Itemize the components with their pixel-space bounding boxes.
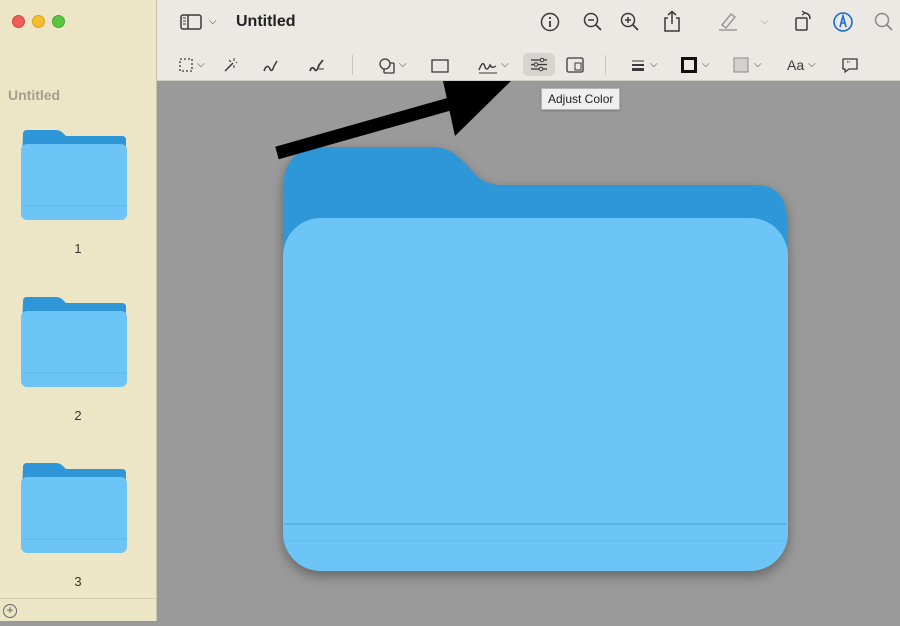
selection-menu-chevron-icon[interactable]: ⌵: [197, 59, 205, 70]
rotate-icon[interactable]: [794, 10, 814, 31]
page-thumbnail-2[interactable]: [20, 295, 128, 387]
shape-style-chevron-icon[interactable]: ⌵: [650, 59, 658, 70]
shapes-menu-chevron-icon[interactable]: ⌵: [399, 59, 407, 70]
text-style-button[interactable]: Aa: [787, 57, 804, 73]
shape-style-icon[interactable]: [631, 58, 645, 76]
window-title: Untitled: [236, 13, 296, 30]
toolbar-divider: [352, 55, 353, 75]
svg-text:": ": [847, 60, 850, 69]
adjust-color-tooltip: Adjust Color: [541, 88, 621, 110]
sketch-icon[interactable]: [262, 57, 280, 75]
shapes-icon[interactable]: [378, 57, 396, 75]
minimize-window-button[interactable]: [32, 15, 45, 28]
border-color-chevron-icon[interactable]: ⌵: [702, 59, 710, 70]
maximize-window-button[interactable]: [52, 15, 65, 28]
zoom-out-icon[interactable]: [583, 12, 603, 31]
text-style-chevron-icon[interactable]: ⌵: [808, 59, 816, 70]
highlight-icon[interactable]: [717, 11, 739, 31]
fill-color-icon[interactable]: [733, 57, 749, 75]
border-color-icon[interactable]: [681, 57, 697, 75]
fill-color-chevron-icon[interactable]: ⌵: [754, 59, 762, 70]
page-thumbnail-1[interactable]: [20, 128, 128, 220]
add-page-icon[interactable]: +: [3, 604, 17, 618]
sign-menu-chevron-icon[interactable]: ⌵: [501, 59, 509, 70]
annotation-icon[interactable]: ": [841, 57, 859, 75]
rectangular-selection-icon[interactable]: [179, 58, 193, 76]
sidebar-toggle-icon[interactable]: [180, 13, 202, 31]
page-label-3: 3: [74, 574, 82, 589]
instant-alpha-icon[interactable]: [221, 57, 239, 75]
draw-icon[interactable]: [308, 57, 326, 75]
highlight-menu-chevron-icon[interactable]: ⌵: [761, 16, 769, 27]
view-menu-chevron-icon[interactable]: ⌵: [209, 16, 217, 27]
info-icon[interactable]: [540, 12, 560, 32]
page-label-2: 2: [74, 408, 82, 423]
zoom-in-icon[interactable]: [620, 12, 640, 31]
adjust-size-icon[interactable]: [566, 57, 584, 75]
toolbar-divider: [605, 55, 606, 75]
page-label-1: 1: [74, 241, 82, 256]
text-box-icon[interactable]: [431, 57, 449, 75]
close-window-button[interactable]: [12, 15, 25, 28]
sidebar-footer: +: [0, 598, 156, 621]
document-canvas: [157, 67, 900, 621]
folder-image: [275, 67, 788, 571]
markup-toolbar: ⌵ ⌵ ⌵ ⌵ ⌵ ⌵ Aa ⌵ ": [157, 50, 900, 81]
page-thumbnail-3[interactable]: [20, 461, 128, 553]
adjust-color-button[interactable]: [523, 53, 555, 76]
share-icon[interactable]: [662, 10, 682, 32]
sign-icon[interactable]: [477, 57, 499, 75]
sidebar-document-title: Untitled: [8, 87, 61, 103]
title-bar: ⌵ Untitled ⌵: [157, 0, 900, 50]
sidebar: Untitled 1 2 3 +: [0, 0, 157, 621]
search-icon[interactable]: [874, 12, 894, 31]
markup-icon[interactable]: [832, 11, 854, 32]
